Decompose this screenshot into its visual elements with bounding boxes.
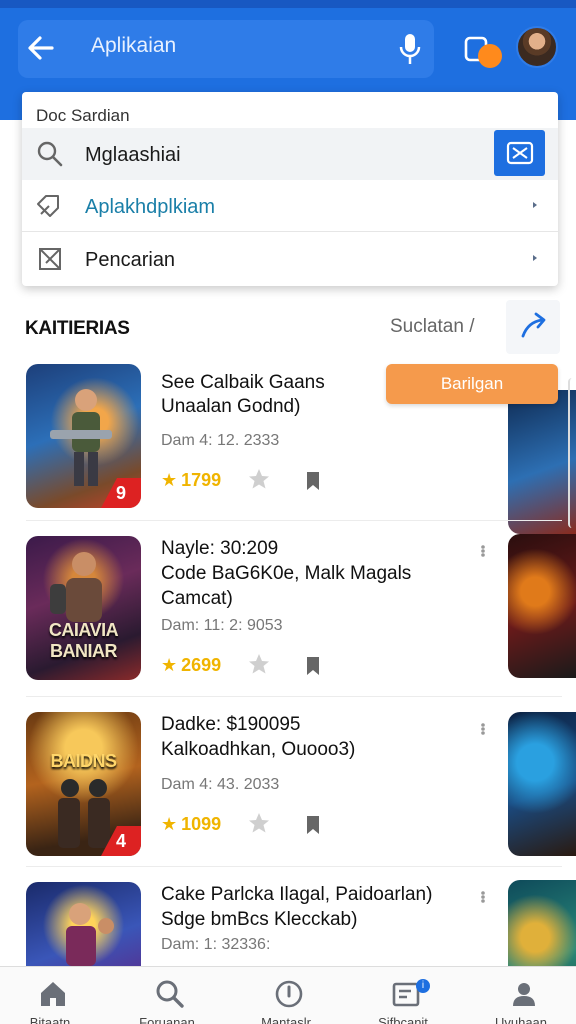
star-outline-icon[interactable] — [248, 468, 270, 490]
app-title: Nayle: 30:209 — [161, 538, 279, 559]
nav-badge: i — [416, 979, 430, 993]
search-icon — [156, 980, 184, 1008]
search-suggestions-dropdown: Doc Sardian Mglaashiai Aplakhdplkiam Pen… — [22, 92, 558, 286]
scroll-edge — [568, 378, 576, 528]
rating-value: 1799 — [181, 470, 222, 490]
tag-icon — [37, 195, 59, 217]
suggestion-label: Aplakhdplkiam — [85, 196, 216, 218]
bookmark-icon[interactable] — [303, 470, 323, 492]
chevron-right-icon — [533, 255, 537, 261]
arrow-left-icon — [28, 36, 54, 60]
chevron-right-icon — [533, 202, 537, 208]
nav-item-home[interactable]: Bitaatn — [5, 967, 95, 1024]
app-date: Dam 4: 43. 2033 — [161, 776, 280, 793]
more-options-icon[interactable] — [478, 890, 488, 904]
app-thumbnail[interactable]: BAIDNS 4 — [26, 712, 141, 856]
app-rating: ★ 1799 — [161, 470, 221, 491]
nav-item-search[interactable]: Foruanan — [122, 967, 212, 1024]
app-thumbnail-partial[interactable] — [508, 534, 576, 678]
app-rating: ★ 2699 — [161, 655, 221, 676]
app-title: Cake Parlcka Ilagal, Paidoarlan) — [161, 884, 433, 905]
avatar[interactable] — [516, 26, 558, 68]
suggestion-item[interactable]: Pencarian — [22, 233, 558, 285]
search-icon — [37, 141, 63, 167]
back-button[interactable] — [22, 28, 62, 68]
status-strip — [0, 0, 576, 8]
bottom-navigation: Bitaatn Foruanan Mantaslr i Sifbcanit Uv… — [0, 966, 576, 1024]
install-button[interactable]: Barilgan — [386, 364, 558, 404]
star-filled-icon: ★ — [161, 655, 178, 675]
nav-item-profile[interactable]: Uvuhaan — [476, 967, 566, 1024]
divider — [26, 696, 562, 697]
user-icon — [513, 983, 535, 1006]
app-card[interactable]: BAIDNS 4 Dadke: $190095 Kalkoadhkan, Ouo… — [0, 706, 576, 876]
home-icon — [41, 982, 65, 1006]
dropdown-title: Doc Sardian — [36, 106, 130, 125]
suggestion-label: Pencarian — [85, 249, 176, 271]
app-date: Dam: 11: 2: 9053 — [161, 617, 283, 634]
microphone-icon — [399, 34, 421, 64]
divider — [26, 866, 562, 867]
app-thumbnail-partial[interactable] — [508, 712, 576, 856]
app-rating: ★ 1099 — [161, 814, 221, 835]
app-card[interactable]: CAIAVIA BANIAR Nayle: 30:209 Code BaG6K0… — [0, 530, 576, 700]
app-thumbnail[interactable]: CAIAVIA BANIAR — [26, 536, 141, 680]
app-date: Dam 4: 12. 2333 — [161, 432, 280, 449]
app-thumbnail-partial[interactable] — [508, 390, 576, 534]
app-thumbnail[interactable]: 9 — [26, 364, 141, 508]
nav-label: Uvuhaan — [494, 1015, 548, 1024]
character-figure-icon — [50, 389, 112, 486]
app-subtitle: Code BaG6K0e, Malk Magals — [161, 563, 412, 584]
nav-label: Mantaslr — [261, 1015, 311, 1024]
scan-icon — [506, 141, 534, 165]
section-title: KAITIERIAS — [25, 318, 130, 339]
app-subtitle: Unaalan Godnd) — [161, 396, 301, 417]
star-outline-icon[interactable] — [248, 653, 270, 675]
divider — [26, 520, 562, 521]
app-date: Dam: 1: 32336: — [161, 936, 271, 953]
star-outline-icon[interactable] — [248, 812, 270, 834]
nav-item-info[interactable]: Mantaslr — [241, 967, 331, 1024]
app-title: See Calbaik Gaans — [161, 372, 325, 393]
search-input[interactable]: Aplikaian — [91, 34, 176, 58]
nav-label: Bitaatn — [29, 1015, 71, 1024]
rating-value: 1099 — [181, 814, 222, 834]
close-box-icon — [39, 248, 61, 270]
more-options-icon[interactable] — [478, 544, 488, 558]
search-field[interactable] — [18, 20, 434, 78]
bookmark-icon[interactable] — [303, 655, 323, 677]
app-subtitle: Sdge bmBcs Klecckab) — [161, 909, 358, 930]
suggestion-label: Mglaashiai — [85, 144, 181, 166]
suggestion-item[interactable]: Aplakhdplkiam — [22, 180, 558, 232]
suggestion-item[interactable]: Mglaashiai — [22, 128, 558, 180]
character-figure-icon — [66, 903, 114, 966]
info-circle-icon — [275, 980, 303, 1008]
game-logo-text: BAIDNS — [50, 751, 117, 771]
bookmark-icon[interactable] — [303, 814, 323, 836]
nav-label: Sifbcanit — [378, 1015, 428, 1024]
notification-dot — [478, 44, 502, 68]
more-options-icon[interactable] — [478, 722, 488, 736]
share-icon — [521, 312, 546, 338]
voice-search-button[interactable] — [396, 30, 424, 68]
app-title: Dadke: $190095 — [161, 714, 301, 735]
star-filled-icon: ★ — [161, 470, 178, 490]
share-button[interactable] — [506, 300, 560, 354]
nav-label: Foruanan — [139, 1015, 195, 1024]
rating-value: 2699 — [181, 655, 222, 675]
star-filled-icon: ★ — [161, 814, 178, 834]
app-subtitle: Kalkoadhkan, Ouooo3) — [161, 739, 356, 760]
see-all-link[interactable]: Suclatan / — [390, 316, 475, 338]
app-subtitle-extra: Camcat) — [161, 588, 233, 609]
game-logo-text: CAIAVIA BANIAR — [48, 620, 119, 661]
nav-item-inbox[interactable]: i Sifbcanit — [358, 967, 448, 1024]
scan-button[interactable] — [494, 130, 545, 176]
